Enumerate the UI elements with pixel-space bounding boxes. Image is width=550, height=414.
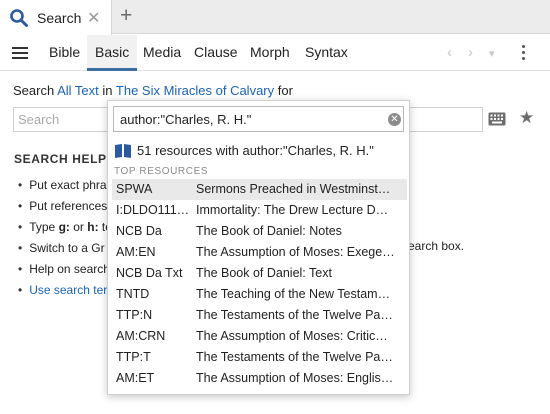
help-type-text: Type g: or h: to bbox=[29, 220, 112, 234]
result-title: Sermons Preached in Westminst… bbox=[196, 182, 391, 196]
result-title: The Assumption of Moses: Exege… bbox=[196, 245, 395, 259]
scope-link[interactable]: All Text bbox=[57, 83, 99, 98]
result-row[interactable]: I:DLDO111… Immortality: The Drew Lecture … bbox=[112, 200, 407, 221]
result-title: The Assumption of Moses: Englis… bbox=[196, 371, 394, 385]
result-abbreviation: AM:ET bbox=[116, 371, 155, 385]
result-title: The Testaments of the Twelve Pa… bbox=[196, 308, 393, 322]
dropdown-query: author:"Charles, R. H." bbox=[120, 112, 252, 127]
help-item-link[interactable]: Use search ter bbox=[18, 283, 107, 297]
search-placeholder: Search bbox=[18, 112, 60, 127]
search-suffix: for bbox=[277, 83, 293, 98]
result-abbreviation: AM:EN bbox=[116, 245, 156, 259]
scope-mid: in bbox=[102, 83, 113, 98]
help-item-type: Type g: or h: to bbox=[18, 220, 112, 234]
result-abbreviation: NCB Da Txt bbox=[116, 266, 183, 280]
result-abbreviation: TTP:T bbox=[116, 350, 151, 364]
result-row[interactable]: NCB Da Txt The Book of Daniel: Text bbox=[112, 263, 407, 284]
tab-basic[interactable]: Basic bbox=[87, 35, 138, 71]
toolbar: Bible Basic Media Clause Morph Syntax ‹ … bbox=[0, 35, 550, 71]
tab-strip: Search ✕ + bbox=[0, 0, 550, 35]
more-options-icon[interactable] bbox=[522, 45, 526, 63]
tab-search[interactable]: Search ✕ bbox=[0, 0, 112, 35]
result-title: The Book of Daniel: Text bbox=[196, 266, 332, 280]
result-abbreviation: TTP:N bbox=[116, 308, 153, 322]
help-item-switch: Switch to a Gr bbox=[18, 241, 104, 255]
search-scope-line: Search All Text in The Six Miracles of C… bbox=[13, 83, 293, 98]
dropdown-search-field[interactable]: author:"Charles, R. H." ✕ bbox=[113, 106, 404, 132]
tab-syntax[interactable]: Syntax bbox=[297, 35, 356, 71]
new-tab-button[interactable]: + bbox=[120, 4, 132, 28]
result-row[interactable]: TNTD The Teaching of the New Testam… bbox=[112, 284, 407, 305]
top-resources-label: TOP RESOURCES bbox=[114, 166, 209, 177]
clear-icon[interactable]: ✕ bbox=[388, 113, 401, 126]
search-icon bbox=[10, 8, 28, 27]
result-abbreviation: SPWA bbox=[116, 182, 153, 196]
result-row[interactable]: AM:CRN The Assumption of Moses: Critic… bbox=[112, 326, 407, 347]
result-abbreviation: AM:CRN bbox=[116, 329, 166, 343]
result-title: The Assumption of Moses: Critic… bbox=[196, 329, 388, 343]
result-title: The Teaching of the New Testam… bbox=[196, 287, 391, 301]
hamburger-menu-icon[interactable] bbox=[12, 47, 28, 59]
result-abbreviation: TNTD bbox=[116, 287, 150, 301]
result-title: Immortality: The Drew Lecture D… bbox=[196, 203, 389, 217]
help-item-references: Put references bbox=[18, 199, 107, 213]
tab-morph[interactable]: Morph bbox=[242, 35, 298, 71]
help-item-exact: Put exact phra bbox=[18, 178, 106, 192]
help-item-help: Help on search bbox=[18, 262, 110, 276]
result-row[interactable]: TTP:N The Testaments of the Twelve Pa… bbox=[112, 305, 407, 326]
search-helps-title: SEARCH HELPS bbox=[14, 152, 116, 166]
tab-clause[interactable]: Clause bbox=[186, 35, 246, 71]
history-dropdown-icon[interactable]: ▾ bbox=[489, 47, 495, 60]
resource-link[interactable]: The Six Miracles of Calvary bbox=[116, 83, 274, 98]
autocomplete-dropdown: author:"Charles, R. H." ✕ 51 resources w… bbox=[107, 100, 410, 395]
tab-label: Search bbox=[37, 9, 82, 26]
result-row[interactable]: AM:ET The Assumption of Moses: Englis… bbox=[112, 368, 407, 389]
favorite-star-icon[interactable]: ★ bbox=[519, 108, 534, 128]
result-abbreviation: I:DLDO111… bbox=[116, 203, 190, 217]
result-row[interactable]: AM:EN The Assumption of Moses: Exege… bbox=[112, 242, 407, 263]
result-row[interactable]: NCB Da The Book of Daniel: Notes bbox=[112, 221, 407, 242]
result-title: The Testaments of the Twelve Pa… bbox=[196, 350, 393, 364]
result-abbreviation: NCB Da bbox=[116, 224, 162, 238]
back-arrow-icon[interactable]: ‹ bbox=[447, 44, 452, 61]
keyboard-icon[interactable] bbox=[488, 112, 506, 126]
tab-bible[interactable]: Bible bbox=[41, 35, 88, 71]
result-row[interactable]: SPWA Sermons Preached in Westminst… bbox=[112, 179, 407, 200]
result-row[interactable]: TTP:T The Testaments of the Twelve Pa… bbox=[112, 347, 407, 368]
book-icon bbox=[115, 144, 131, 158]
resources-summary[interactable]: 51 resources with author:"Charles, R. H.… bbox=[114, 143, 374, 158]
forward-arrow-icon[interactable]: › bbox=[468, 44, 473, 61]
help-item-tail: earch box. bbox=[408, 239, 465, 253]
result-title: The Book of Daniel: Notes bbox=[196, 224, 342, 238]
tab-media[interactable]: Media bbox=[135, 35, 189, 71]
summary-text: 51 resources with author:"Charles, R. H.… bbox=[137, 143, 374, 158]
close-tab-icon[interactable]: ✕ bbox=[87, 8, 100, 28]
search-prefix: Search bbox=[13, 83, 55, 98]
